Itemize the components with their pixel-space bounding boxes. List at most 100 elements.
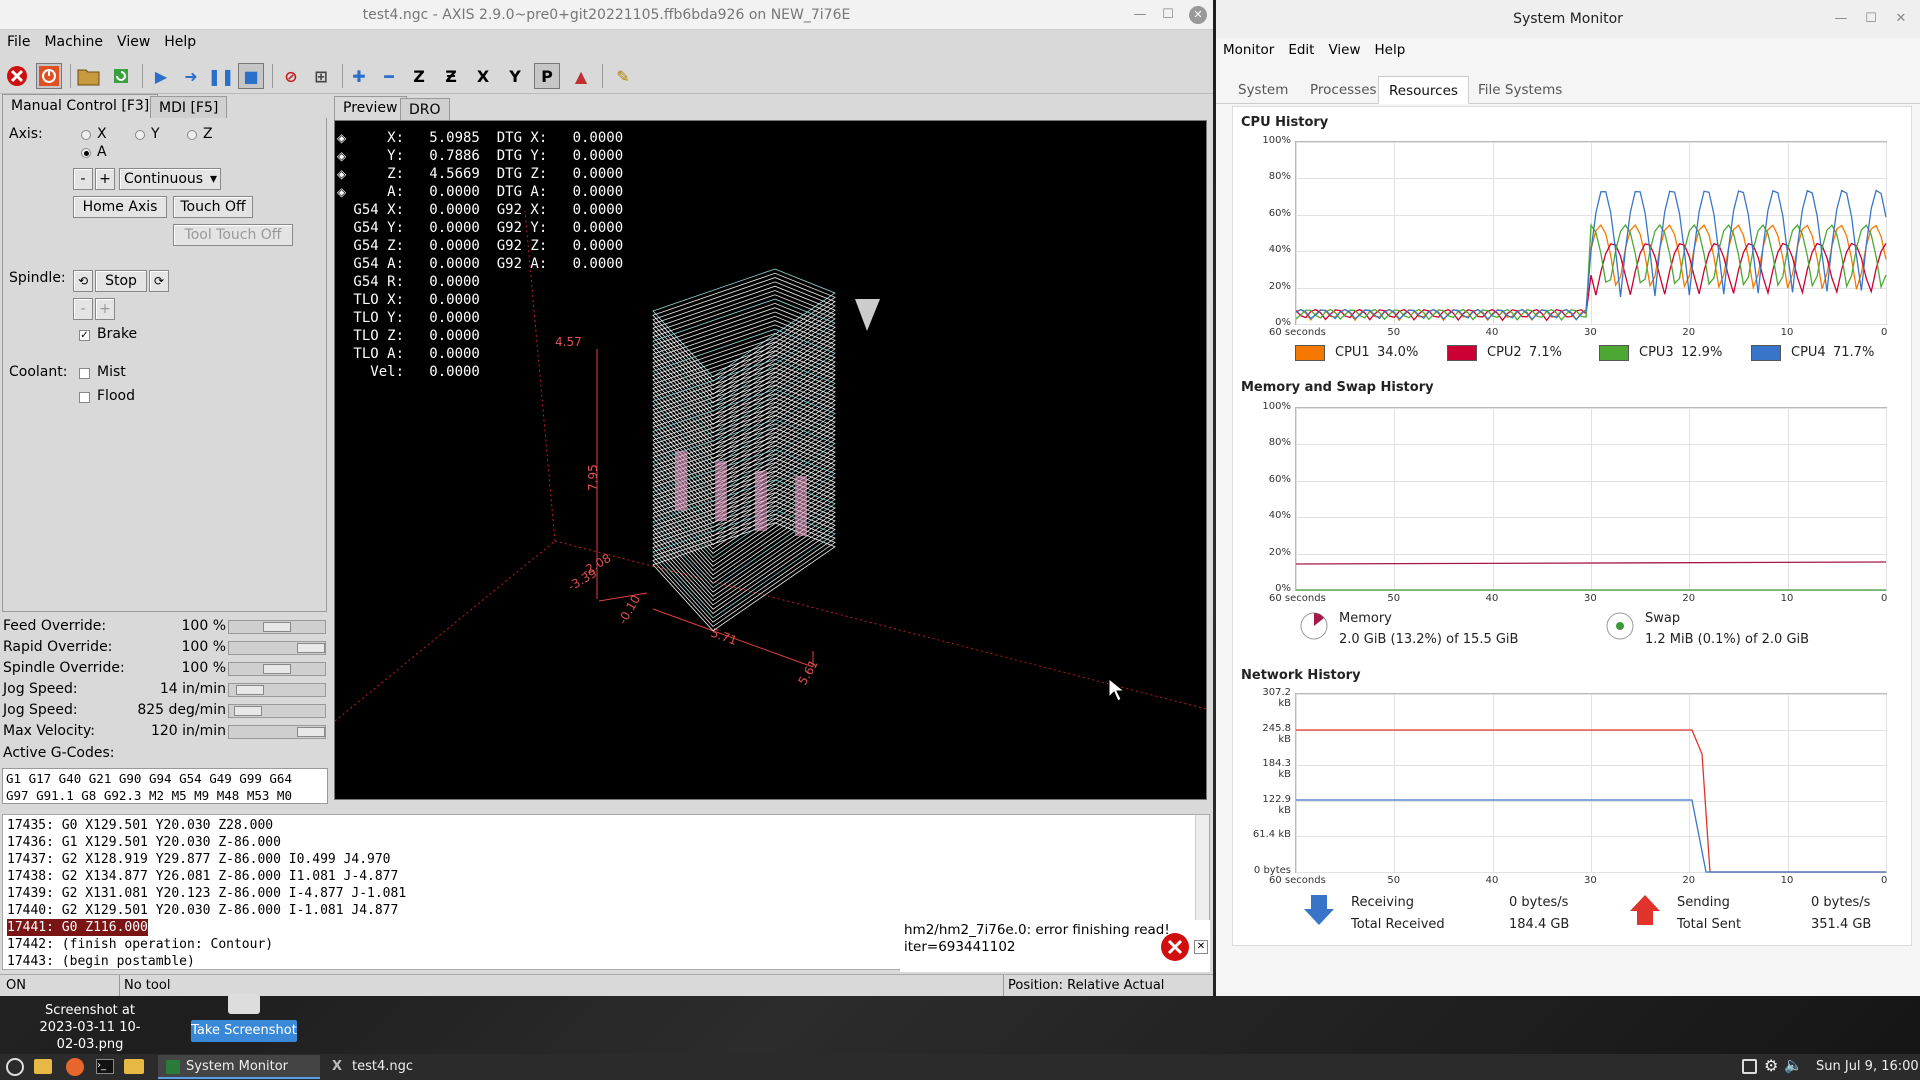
program-line[interactable]: 17435: G0 X129.501 Y20.030 Z28.000	[7, 817, 273, 834]
brake-checkbox[interactable]: ✓	[79, 330, 90, 341]
sysmon-title-bar[interactable]: System Monitor — ☐ ✕	[1216, 0, 1920, 38]
spindle-stop-button[interactable]: Stop	[95, 270, 147, 292]
zoom-in-icon[interactable]: ✚	[346, 63, 372, 89]
tab-file-systems[interactable]: File Systems	[1468, 76, 1572, 104]
slider-knob[interactable]	[263, 664, 291, 674]
program-line[interactable]: 17438: G2 X134.877 Y26.081 Z-86.000 I1.0…	[7, 868, 398, 885]
block-delete-icon[interactable]: ⊘	[278, 63, 304, 89]
close-icon[interactable]: ✕	[1892, 10, 1910, 28]
axis-x-radio[interactable]	[81, 130, 91, 140]
network-icon[interactable]: ⚙	[1764, 1056, 1778, 1075]
menu-edit[interactable]: Edit	[1281, 38, 1321, 62]
cpu-color-swatch[interactable]	[1751, 345, 1781, 361]
slider-knob[interactable]	[234, 706, 263, 716]
pause-icon[interactable]: ❚❚	[208, 63, 235, 89]
view-x-icon[interactable]: X	[470, 63, 496, 89]
spindle-ccw-icon[interactable]: ⟲	[73, 270, 93, 292]
menu-help[interactable]: Help	[1368, 38, 1413, 62]
menu-icon[interactable]	[6, 1058, 24, 1076]
jog-minus-button[interactable]: -	[73, 168, 93, 190]
slider-knob[interactable]	[263, 622, 291, 632]
spindle-cw-icon[interactable]: ⟳	[149, 270, 169, 292]
dismiss-error-icon[interactable]: ✕	[1194, 940, 1208, 954]
estop-icon[interactable]	[4, 63, 30, 89]
override-slider[interactable]	[228, 641, 326, 655]
cpu-color-swatch[interactable]	[1599, 345, 1629, 361]
menu-machine[interactable]: Machine	[37, 30, 110, 54]
volume-icon[interactable]: 🔈	[1784, 1056, 1803, 1074]
cpu-color-swatch[interactable]	[1447, 345, 1477, 361]
flood-checkbox[interactable]	[79, 392, 90, 403]
menu-view[interactable]: View	[1321, 38, 1367, 62]
power-icon[interactable]	[36, 63, 62, 89]
task-axis[interactable]: Xtest4.ngc	[324, 1055, 454, 1079]
rotate-view-icon[interactable]: ▲	[568, 63, 594, 89]
tab-mdi[interactable]: MDI [F5]	[150, 96, 228, 118]
take-screenshot-label[interactable]: Take Screenshot	[191, 1020, 297, 1042]
program-line[interactable]: 17436: G1 X129.501 Y20.030 Z-86.000	[7, 834, 281, 851]
task-system-monitor[interactable]: System Monitor	[158, 1055, 320, 1079]
touch-off-button[interactable]: Touch Off	[173, 196, 253, 218]
view-z2-icon[interactable]: Ƶ	[438, 63, 464, 89]
tab-processes[interactable]: Processes	[1300, 76, 1387, 104]
minimize-icon[interactable]: —	[1131, 6, 1149, 24]
run-icon[interactable]: ▶	[148, 63, 174, 89]
tab-manual-control[interactable]: Manual Control [F3]	[2, 94, 159, 118]
axis-title-bar[interactable]: test4.ngc - AXIS 2.9.0~pre0+git20221105.…	[0, 0, 1213, 30]
program-line[interactable]: 17442: (finish operation: Contour)	[7, 936, 273, 953]
view-y-icon[interactable]: Y	[502, 63, 528, 89]
optional-stop-icon[interactable]: ⊞	[308, 63, 334, 89]
menu-view[interactable]: View	[110, 30, 157, 54]
axis-y-radio[interactable]	[135, 130, 145, 140]
tab-preview[interactable]: Preview	[334, 96, 407, 120]
clear-plot-icon[interactable]: ✎	[610, 63, 636, 89]
folder-icon[interactable]	[124, 1059, 144, 1074]
home-axis-button[interactable]: Home Axis	[73, 196, 167, 218]
open-file-icon[interactable]	[76, 63, 102, 89]
spindle-plus-button[interactable]: +	[95, 298, 115, 320]
program-line[interactable]: 17440: G2 X129.501 Y20.030 Z-86.000 I-1.…	[7, 902, 398, 919]
view-z-icon[interactable]: Z	[406, 63, 432, 89]
close-icon[interactable]: ✕	[1189, 6, 1207, 24]
maximize-icon[interactable]: ☐	[1862, 10, 1880, 28]
tool-touch-off-button[interactable]: Tool Touch Off	[173, 224, 293, 246]
menu-help[interactable]: Help	[157, 30, 203, 54]
maximize-icon[interactable]: ☐	[1159, 6, 1177, 24]
firefox-icon[interactable]	[66, 1058, 84, 1076]
jog-increment-select[interactable]: Continuous ▾	[119, 168, 221, 190]
toolpath-preview[interactable]: 4.57 7.95 -2.08 -3.39 -0.10 5.71 5.61 X:…	[334, 120, 1207, 800]
tab-resources[interactable]: Resources	[1378, 76, 1469, 104]
tab-dro[interactable]: DRO	[400, 98, 450, 120]
screenshot-file-label[interactable]: Screenshot at 2023-03-11 10-02-03.png	[30, 1002, 150, 1053]
stop-icon[interactable]: ■	[238, 63, 264, 89]
mist-checkbox[interactable]	[79, 368, 90, 379]
spindle-minus-button[interactable]: -	[73, 298, 93, 320]
zoom-out-icon[interactable]: ━	[376, 63, 402, 89]
view-p-icon[interactable]: P	[534, 63, 560, 89]
override-slider[interactable]	[228, 620, 326, 634]
program-line[interactable]: 17441: G0 Z116.000	[7, 919, 148, 936]
program-line[interactable]: 17439: G2 X131.081 Y20.123 Z-86.000 I-4.…	[7, 885, 406, 902]
tab-system[interactable]: System	[1228, 76, 1298, 104]
override-slider[interactable]	[228, 662, 326, 676]
slider-knob[interactable]	[235, 685, 264, 695]
axis-a-radio[interactable]	[81, 148, 91, 158]
menu-monitor[interactable]: Monitor	[1216, 38, 1281, 62]
slider-knob[interactable]	[297, 643, 325, 653]
menu-file[interactable]: File	[0, 30, 37, 54]
override-slider[interactable]	[228, 725, 326, 739]
clock[interactable]: Sun Jul 9, 16:00	[1816, 1059, 1919, 1074]
step-icon[interactable]: ➜	[178, 63, 204, 89]
notification-icon[interactable]	[1742, 1059, 1757, 1074]
program-line[interactable]: 17437: G2 X128.919 Y29.877 Z-86.000 I0.4…	[7, 851, 391, 868]
terminal-icon[interactable]: ›_	[96, 1059, 114, 1074]
jog-plus-button[interactable]: +	[95, 168, 115, 190]
program-line[interactable]: 17443: (begin postamble)	[7, 953, 195, 970]
cpu-color-swatch[interactable]	[1295, 345, 1325, 361]
axis-z-radio[interactable]	[187, 130, 197, 140]
files-icon[interactable]	[34, 1059, 52, 1074]
reload-icon[interactable]	[108, 63, 134, 89]
override-slider[interactable]	[228, 683, 326, 697]
slider-knob[interactable]	[297, 727, 325, 737]
minimize-icon[interactable]: —	[1832, 10, 1850, 28]
